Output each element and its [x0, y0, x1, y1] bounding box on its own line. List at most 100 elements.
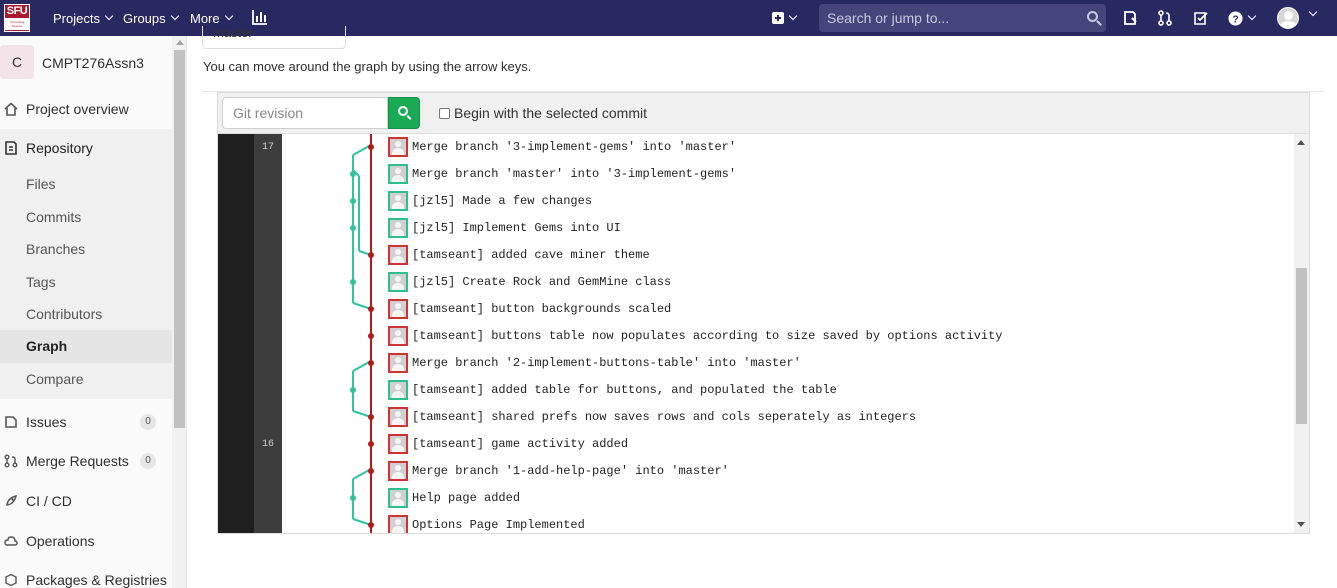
sidebar-item-tags[interactable]: Tags [0, 274, 172, 290]
help-menu[interactable]: ? [1228, 0, 1257, 36]
sidebar-item-project-overview[interactable]: Project overview [0, 101, 172, 117]
author-avatar[interactable] [388, 326, 408, 346]
sidebar-item-repository[interactable]: Repository [0, 140, 172, 156]
sidebar-item-branches[interactable]: Branches [0, 241, 172, 257]
sidebar-item-packages[interactable]: Packages & Registries [0, 572, 172, 588]
author-avatar[interactable] [388, 353, 408, 373]
commit-row[interactable]: [tamseant] added cave miner theme [388, 244, 650, 266]
author-avatar[interactable] [388, 191, 408, 211]
commit-message[interactable]: [tamseant] added cave miner theme [412, 248, 650, 262]
commit-dot[interactable] [368, 360, 374, 366]
commit-message[interactable]: Merge branch 'master' into '3-implement-… [412, 167, 736, 181]
commit-message[interactable]: Merge branch '3-implement-gems' into 'ma… [412, 140, 736, 154]
commit-row[interactable]: Merge branch '2-implement-buttons-table'… [388, 352, 801, 374]
author-avatar[interactable] [388, 245, 408, 265]
commit-row[interactable]: [jzl5] Implement Gems into UI [388, 217, 621, 239]
activity-chart-icon[interactable] [252, 9, 268, 25]
commit-row[interactable]: [tamseant] added table for buttons, and … [388, 379, 837, 401]
author-avatar[interactable] [388, 434, 408, 454]
commit-dot[interactable] [350, 225, 356, 231]
scroll-up-arrow-icon[interactable] [1297, 140, 1305, 145]
author-avatar[interactable] [388, 380, 408, 400]
commit-message[interactable]: [tamseant] buttons table now populates a… [412, 329, 1003, 343]
commit-message[interactable]: [jzl5] Made a few changes [412, 194, 592, 208]
commit-row[interactable]: [tamseant] buttons table now populates a… [388, 325, 1003, 347]
graph-scrollbar[interactable] [1294, 134, 1309, 533]
project-name[interactable]: CMPT276Assn3 [42, 55, 144, 71]
commit-row[interactable]: Merge branch '1-add-help-page' into 'mas… [388, 460, 729, 482]
author-avatar[interactable] [388, 272, 408, 292]
commit-row[interactable]: [tamseant] game activity added [388, 433, 628, 455]
scroll-up-arrow-icon[interactable] [176, 40, 184, 45]
commit-row[interactable]: Merge branch 'master' into '3-implement-… [388, 163, 736, 185]
scroll-down-arrow-icon[interactable] [1297, 522, 1305, 527]
commit-dot[interactable] [350, 387, 356, 393]
commit-dot[interactable] [368, 441, 374, 447]
commit-dot[interactable] [368, 522, 374, 528]
commit-row[interactable]: [jzl5] Create Rock and GemMine class [388, 271, 671, 293]
commit-row[interactable]: [jzl5] Made a few changes [388, 190, 592, 212]
sidebar-scrollbar-thumb[interactable] [174, 50, 185, 428]
commit-dot[interactable] [368, 333, 374, 339]
projects-menu[interactable]: Projects [53, 0, 114, 36]
commit-message[interactable]: Merge branch '2-implement-buttons-table'… [412, 356, 801, 370]
commit-dot[interactable] [368, 144, 374, 150]
chevron-down-icon[interactable] [1308, 7, 1318, 17]
commit-message[interactable]: [tamseant] button backgrounds scaled [412, 302, 671, 316]
todo-checkbox-icon[interactable] [1193, 10, 1209, 26]
sidebar-item-issues[interactable]: Issues 0 [0, 414, 172, 430]
branch-select[interactable]: master [202, 26, 346, 49]
search-input[interactable]: Search or jump to... [819, 4, 1106, 32]
commit-dot[interactable] [368, 252, 374, 258]
commit-dot[interactable] [350, 279, 356, 285]
todo-issues-icon[interactable] [1122, 10, 1138, 26]
sidebar-item-contributors[interactable]: Contributors [0, 306, 172, 322]
author-avatar[interactable] [388, 218, 408, 238]
commit-row[interactable]: Options Page Implemented [388, 514, 585, 533]
author-avatar[interactable] [388, 515, 408, 533]
sidebar-item-ci-cd[interactable]: CI / CD [0, 493, 172, 509]
project-avatar[interactable]: C [0, 45, 34, 79]
sidebar-item-graph[interactable]: Graph [0, 338, 172, 354]
new-item-menu[interactable] [772, 0, 798, 36]
graph-scrollbar-thumb[interactable] [1296, 268, 1307, 424]
sfu-logo[interactable]: SFU Computing Science [4, 4, 30, 32]
author-avatar[interactable] [388, 164, 408, 184]
author-avatar[interactable] [388, 461, 408, 481]
author-avatar[interactable] [388, 137, 408, 157]
commit-row[interactable]: Merge branch '3-implement-gems' into 'ma… [388, 136, 736, 158]
commit-dot[interactable] [368, 468, 374, 474]
commit-graph[interactable]: 17 16 Merge branch '3-implement-gems' in… [218, 134, 1309, 533]
sidebar-item-files[interactable]: Files [0, 176, 172, 192]
commit-message[interactable]: Help page added [412, 491, 520, 505]
commit-message[interactable]: [tamseant] added table for buttons, and … [412, 383, 837, 397]
commit-dot[interactable] [368, 306, 374, 312]
commit-message[interactable]: [jzl5] Create Rock and GemMine class [412, 275, 671, 289]
sidebar-item-commits[interactable]: Commits [0, 209, 172, 225]
sidebar-item-merge-requests[interactable]: Merge Requests 0 [0, 453, 172, 469]
git-revision-input[interactable]: Git revision [222, 97, 388, 129]
commit-dot[interactable] [350, 198, 356, 204]
author-avatar[interactable] [388, 299, 408, 319]
author-avatar[interactable] [388, 407, 408, 427]
begin-with-selected-commit-checkbox[interactable] [439, 108, 450, 119]
commit-row[interactable]: [tamseant] button backgrounds scaled [388, 298, 671, 320]
commit-message[interactable]: [tamseant] game activity added [412, 437, 628, 451]
commit-dot[interactable] [368, 414, 374, 420]
user-avatar[interactable] [1277, 7, 1299, 29]
checkbox-label[interactable]: Begin with the selected commit [454, 105, 647, 121]
commit-dot[interactable] [350, 171, 356, 177]
commit-message[interactable]: Options Page Implemented [412, 518, 585, 532]
commit-message[interactable]: [tamseant] shared prefs now saves rows a… [412, 410, 916, 424]
commit-row[interactable]: Help page added [388, 487, 520, 509]
commit-row[interactable]: [tamseant] shared prefs now saves rows a… [388, 406, 916, 428]
commit-dot[interactable] [350, 495, 356, 501]
sidebar-item-compare[interactable]: Compare [0, 371, 172, 387]
groups-menu[interactable]: Groups [123, 0, 179, 36]
search-revision-button[interactable] [388, 97, 420, 129]
author-avatar[interactable] [388, 488, 408, 508]
merge-request-icon[interactable] [1157, 10, 1173, 26]
commit-message[interactable]: [jzl5] Implement Gems into UI [412, 221, 621, 235]
sidebar-item-operations[interactable]: Operations [0, 533, 172, 549]
commit-message[interactable]: Merge branch '1-add-help-page' into 'mas… [412, 464, 729, 478]
